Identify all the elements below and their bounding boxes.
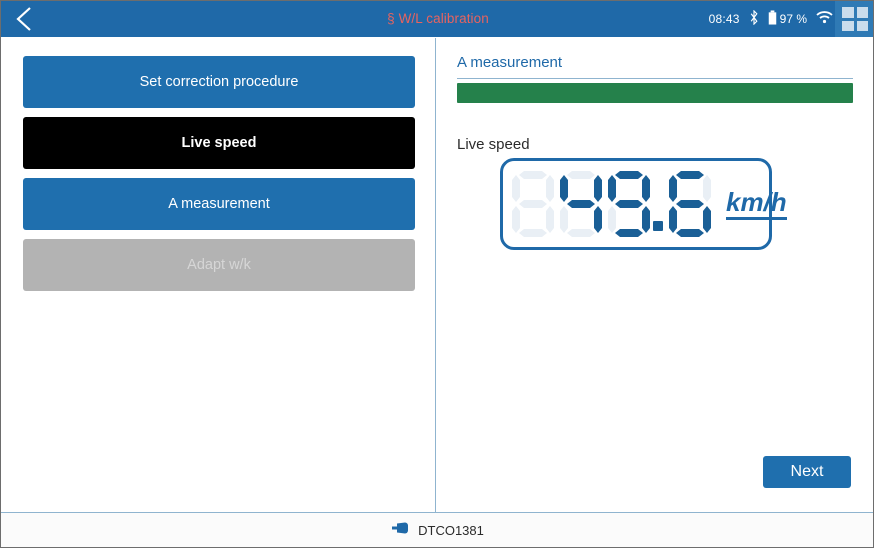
sidebar-item-label: Set correction procedure bbox=[139, 74, 299, 90]
sidebar-item-label: Adapt w/k bbox=[187, 257, 251, 273]
sidebar-item-set-correction-procedure[interactable]: Set correction procedure bbox=[23, 56, 415, 108]
battery-icon bbox=[768, 10, 777, 28]
battery-level: 97 % bbox=[779, 12, 807, 26]
seven-segment-digit bbox=[607, 171, 651, 237]
live-speed-display: km/h bbox=[500, 158, 787, 250]
measurement-progress-bar bbox=[457, 83, 853, 103]
section-title: A measurement bbox=[457, 54, 563, 71]
battery-indicator: 97 % bbox=[768, 10, 807, 28]
back-button[interactable] bbox=[1, 1, 47, 37]
connected-device-label: DTCO1381 bbox=[418, 522, 484, 538]
bluetooth-icon bbox=[749, 9, 759, 28]
sidebar-item-adapt-wk: Adapt w/k bbox=[23, 239, 415, 291]
plug-connector-icon bbox=[392, 521, 410, 539]
seven-segment-digit-blank bbox=[511, 171, 555, 237]
progress-fill bbox=[457, 83, 853, 103]
seven-segment-digit bbox=[668, 171, 712, 237]
live-speed-label: Live speed bbox=[457, 136, 530, 153]
clock: 08:43 bbox=[708, 12, 740, 26]
seven-segment-digits bbox=[511, 171, 712, 237]
status-footer: DTCO1381 bbox=[1, 513, 873, 547]
seven-segment-digit bbox=[559, 171, 603, 237]
app-window: § W/L calibration 08:43 97 % Set correct… bbox=[0, 0, 874, 548]
decimal-point bbox=[653, 171, 664, 237]
chevron-left-icon bbox=[14, 6, 34, 32]
sidebar: Set correction procedure Live speed A me… bbox=[1, 38, 435, 512]
apps-grid-button[interactable] bbox=[835, 1, 873, 37]
speed-unit-label: km/h bbox=[726, 189, 787, 220]
next-button[interactable]: Next bbox=[763, 456, 851, 488]
sidebar-item-label: Live speed bbox=[181, 135, 257, 151]
next-button-label: Next bbox=[790, 463, 824, 480]
sidebar-item-label: A measurement bbox=[168, 196, 270, 212]
sidebar-item-live-speed[interactable]: Live speed bbox=[23, 117, 415, 169]
apps-grid-icon bbox=[842, 7, 868, 31]
title-bar: § W/L calibration 08:43 97 % bbox=[1, 1, 873, 37]
wifi-icon bbox=[816, 11, 833, 27]
sidebar-item-a-measurement[interactable]: A measurement bbox=[23, 178, 415, 230]
status-bar: 08:43 97 % bbox=[709, 1, 833, 37]
section-title-underline bbox=[457, 78, 853, 79]
main-content: A measurement Live speed km/h Next bbox=[436, 38, 873, 512]
